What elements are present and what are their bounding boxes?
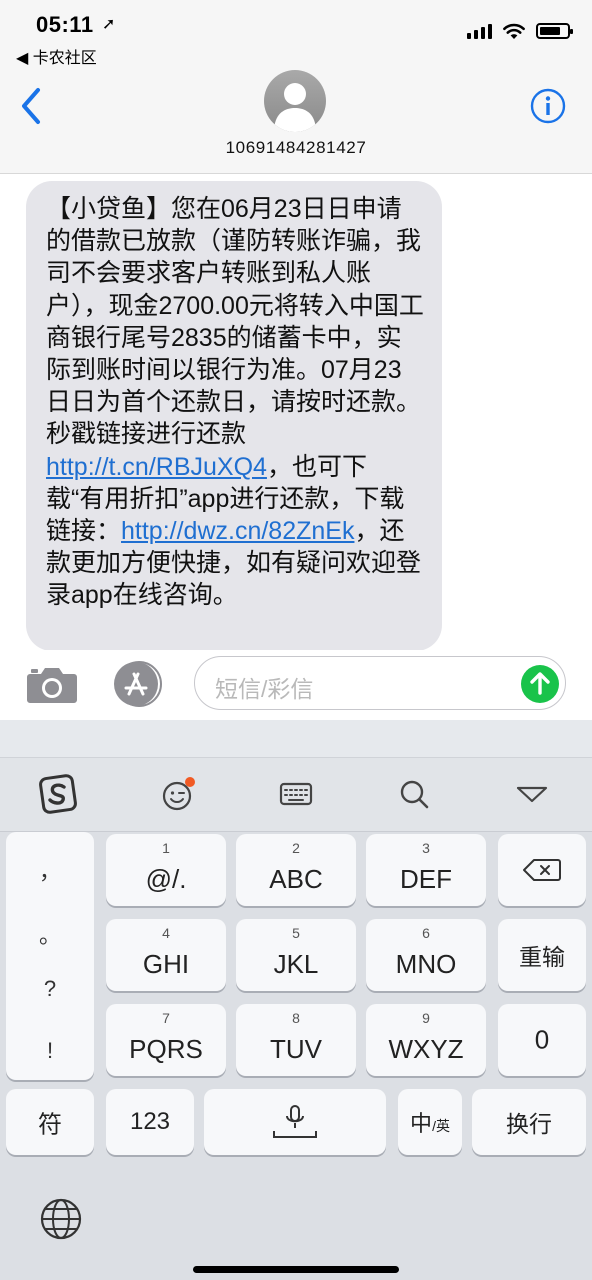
- backspace-icon: [523, 859, 561, 881]
- battery-level: [540, 27, 561, 35]
- keyboard-top-strip: [0, 720, 592, 758]
- keyboard-bottom-area: [0, 1168, 592, 1280]
- key-2[interactable]: 2 ABC: [236, 834, 356, 906]
- message-thread[interactable]: 【小贷鱼】您在06月23日日申请的借款已放款（谨防转账诈骗，我司不会要求客户转账…: [0, 175, 592, 650]
- keyboard-icon[interactable]: [274, 772, 318, 816]
- key-letters: MNO: [395, 949, 457, 979]
- key-1[interactable]: 1 @/.: [106, 834, 226, 906]
- message-input-placeholder: 短信/彩信: [215, 676, 314, 702]
- lang-sub: /英: [432, 1118, 450, 1134]
- language-toggle-key[interactable]: 中/英: [398, 1089, 462, 1155]
- key-letters: @/.: [145, 864, 187, 894]
- symbol-label: 符: [38, 1111, 62, 1139]
- wifi-icon: [503, 23, 525, 39]
- key-9[interactable]: 9 WXYZ: [366, 1004, 486, 1076]
- return-label: 换行: [506, 1111, 552, 1137]
- key-zero-label: 0: [534, 1024, 550, 1055]
- sogou-logo-icon[interactable]: [36, 772, 80, 816]
- numeric-key[interactable]: 123: [106, 1089, 194, 1155]
- battery-icon: [536, 23, 573, 39]
- key-letters: GHI: [142, 949, 190, 979]
- key-letters: PQRS: [129, 1034, 203, 1064]
- globe-icon[interactable]: [38, 1196, 84, 1242]
- incoming-message-bubble[interactable]: 【小贷鱼】您在06月23日日申请的借款已放款（谨防转账诈骗，我司不会要求客户转账…: [26, 181, 442, 650]
- status-bar: 05:11 ➚ ◀ 卡农社区: [0, 0, 592, 70]
- keyboard-toolbar: [0, 758, 592, 832]
- person-silhouette-icon: [274, 83, 316, 132]
- repayment-link[interactable]: http://t.cn/RBJuXQ4: [46, 453, 267, 481]
- contact-avatar[interactable]: [264, 70, 326, 132]
- info-icon[interactable]: [530, 88, 566, 124]
- language-toggle-label: 中/英: [398, 1106, 462, 1138]
- key-6[interactable]: 6 MNO: [366, 919, 486, 991]
- app-store-icon[interactable]: [110, 660, 166, 708]
- microphone-icon: [273, 1105, 317, 1138]
- numeric-label: 123: [129, 1108, 171, 1135]
- key-number: 9: [422, 1010, 430, 1026]
- send-button[interactable]: [521, 665, 559, 703]
- key-7[interactable]: 7 PQRS: [106, 1004, 226, 1076]
- conversation-header: 10691484281427: [0, 70, 592, 174]
- return-key[interactable]: 换行: [472, 1089, 586, 1155]
- key-letters: ABC: [269, 864, 323, 894]
- key-letters: WXYZ: [388, 1034, 464, 1064]
- punct-comma-key[interactable]: ，: [6, 854, 94, 886]
- lang-main: 中: [410, 1111, 433, 1136]
- space-voice-key[interactable]: [204, 1089, 386, 1155]
- key-letters: TUV: [270, 1034, 322, 1064]
- home-indicator[interactable]: [193, 1266, 399, 1273]
- reenter-key[interactable]: 重输: [498, 919, 586, 991]
- key-number: 5: [292, 925, 300, 941]
- key-3[interactable]: 3 DEF: [366, 834, 486, 906]
- key-8[interactable]: 8 TUV: [236, 1004, 356, 1076]
- message-input[interactable]: 短信/彩信: [194, 656, 566, 710]
- search-icon[interactable]: [392, 772, 436, 816]
- key-number: 7: [162, 1010, 170, 1026]
- camera-icon[interactable]: [26, 664, 78, 704]
- key-number: 8: [292, 1010, 300, 1026]
- back-chevron-icon[interactable]: [16, 86, 48, 126]
- status-indicators: [467, 22, 573, 40]
- key-number: 1: [162, 840, 170, 856]
- compose-bar: 短信/彩信: [0, 650, 592, 720]
- punct-exclaim-key[interactable]: !: [6, 1038, 94, 1064]
- key-5[interactable]: 5 JKL: [236, 919, 356, 991]
- key-0[interactable]: 0: [498, 1004, 586, 1076]
- status-time: 05:11: [36, 12, 94, 37]
- reenter-label: 重输: [519, 944, 565, 970]
- punct-period-key[interactable]: 。: [6, 918, 94, 950]
- key-number: 3: [422, 840, 430, 856]
- punctuation-column[interactable]: ， 。 ? !: [6, 832, 94, 1080]
- collapse-keyboard-icon[interactable]: [510, 772, 554, 816]
- key-4[interactable]: 4 GHI: [106, 919, 226, 991]
- key-number: 2: [292, 840, 300, 856]
- key-number: 6: [422, 925, 430, 941]
- send-arrow-icon: [530, 672, 550, 695]
- symbol-key[interactable]: 符: [6, 1089, 94, 1155]
- message-text: 【小贷鱼】您在06月23日日申请的借款已放款（谨防转账诈骗，我司不会要求客户转账…: [46, 195, 424, 449]
- punct-question-key[interactable]: ?: [6, 976, 94, 1002]
- download-link[interactable]: http://dwz.cn/82ZnEk: [121, 517, 354, 545]
- contact-number[interactable]: 10691484281427: [0, 138, 592, 158]
- delete-key[interactable]: [498, 834, 586, 906]
- key-letters: DEF: [400, 864, 452, 894]
- back-to-app-link[interactable]: ◀ 卡农社区: [16, 44, 97, 68]
- key-letters: JKL: [273, 949, 319, 979]
- emoji-icon[interactable]: [156, 772, 200, 816]
- key-number: 4: [162, 925, 170, 941]
- sogou-keyboard: ， 。 ? ! 1 @/. 2 ABC 3 DEF 4 GHI 5 JKL 6 …: [0, 720, 592, 1280]
- cellular-signal-icon: [467, 23, 492, 39]
- location-arrow-icon: ➚: [102, 16, 116, 33]
